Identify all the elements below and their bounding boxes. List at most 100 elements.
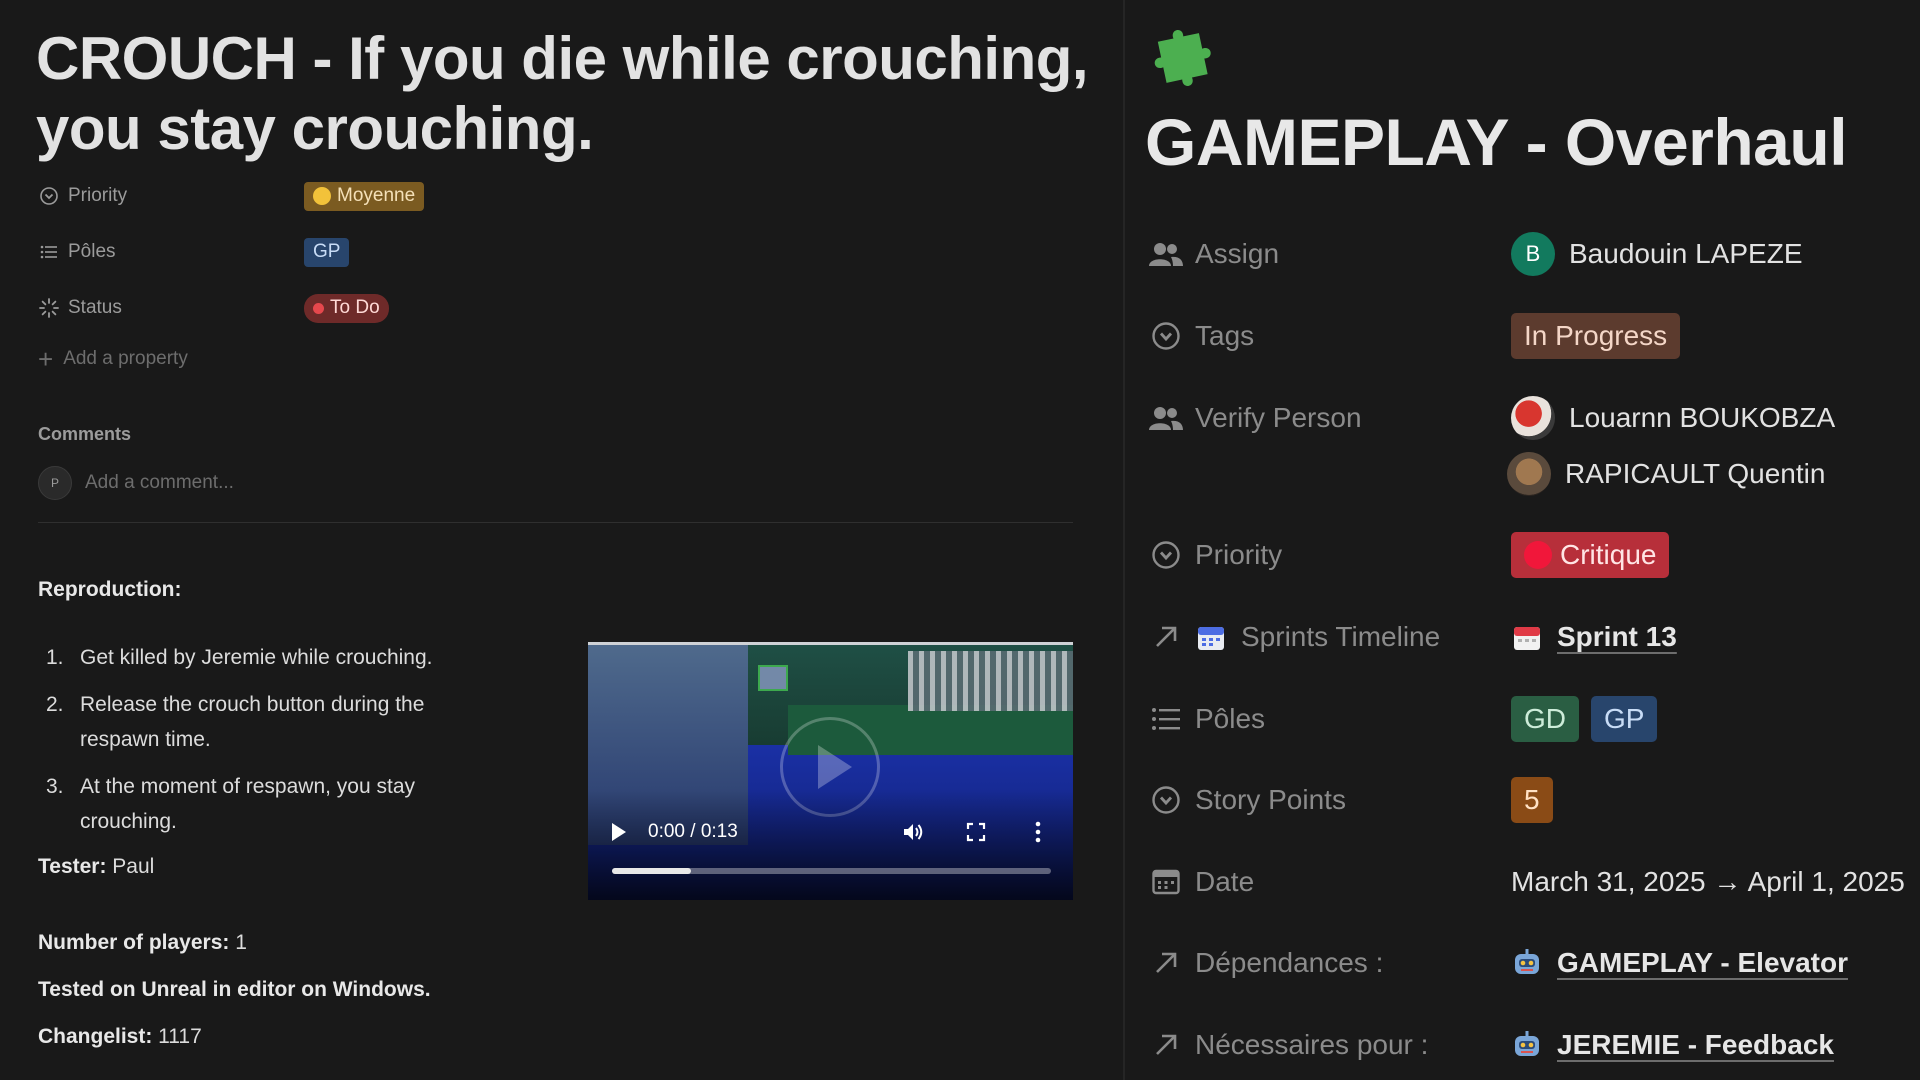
story-points-value[interactable]: 5 bbox=[1511, 777, 1553, 823]
fullscreen-icon[interactable] bbox=[962, 818, 990, 846]
assignee[interactable]: B Baudouin LAPEZE bbox=[1511, 232, 1803, 276]
robot-icon bbox=[1511, 1029, 1543, 1061]
add-property-button[interactable]: + Add a property bbox=[38, 344, 188, 374]
property-label: Verify Person bbox=[1195, 402, 1362, 433]
priority-icon bbox=[38, 185, 60, 207]
dependance-link[interactable]: GAMEPLAY - Elevator bbox=[1511, 947, 1848, 979]
assignee-name: Baudouin LAPEZE bbox=[1569, 238, 1803, 269]
calendar-icon bbox=[1195, 621, 1227, 653]
red-dot-icon bbox=[1524, 541, 1552, 569]
plus-icon: + bbox=[38, 344, 54, 374]
relation-arrow-icon bbox=[1149, 620, 1183, 654]
verify-person-2[interactable]: RAPICAULT Quentin bbox=[1507, 451, 1825, 497]
robot-icon bbox=[1511, 947, 1543, 979]
property-label: Nécessaires pour : bbox=[1195, 1029, 1429, 1060]
property-priority[interactable]: Priority Moyenne bbox=[38, 178, 425, 214]
volume-icon[interactable] bbox=[900, 818, 928, 846]
property-tags[interactable]: Tags In Progress bbox=[1149, 313, 1681, 359]
add-property-label: Add a property bbox=[63, 348, 188, 369]
red-dot-icon bbox=[313, 302, 324, 314]
priority-value: Moyenne bbox=[337, 185, 416, 206]
task-page: CROUCH - If you die while crouching, you… bbox=[0, 0, 1123, 1080]
property-story-points[interactable]: Story Points 5 bbox=[1149, 777, 1553, 823]
property-label: Sprints Timeline bbox=[1195, 621, 1511, 653]
page-title[interactable]: CROUCH - If you die while crouching, you… bbox=[36, 24, 1096, 164]
necessaire-link[interactable]: JEREMIE - Feedback bbox=[1511, 1029, 1834, 1061]
video-time: 0:00 / 0:13 bbox=[648, 821, 738, 842]
property-necessaires-pour[interactable]: Nécessaires pour : JEREMIE - Feedback bbox=[1149, 1022, 1834, 1068]
property-dependances[interactable]: Dépendances : GAMEPLAY - Elevator bbox=[1149, 940, 1848, 986]
players-line: Number of players: 1 bbox=[38, 931, 247, 954]
property-priority[interactable]: Priority Critique bbox=[1149, 532, 1670, 578]
pole-tag-gp[interactable]: GP bbox=[1591, 696, 1658, 742]
property-label: Priority bbox=[68, 185, 128, 206]
tags-value[interactable]: In Progress bbox=[1511, 313, 1681, 359]
status-spinner-icon bbox=[38, 297, 60, 319]
property-assign[interactable]: Assign B Baudouin LAPEZE bbox=[1149, 231, 1803, 277]
comments-heading: Comments bbox=[38, 424, 132, 444]
divider bbox=[38, 522, 1073, 523]
pole-tag-gd[interactable]: GD bbox=[1511, 696, 1579, 742]
changelist-line: Changelist: 1117 bbox=[38, 1025, 202, 1048]
sprint-link[interactable]: Sprint 13 bbox=[1511, 621, 1677, 653]
select-icon bbox=[1149, 319, 1183, 353]
priority-value: Critique bbox=[1560, 539, 1657, 570]
video-progress-fill bbox=[612, 868, 692, 874]
property-label: Pôles bbox=[68, 241, 116, 262]
priority-tag[interactable]: Moyenne bbox=[304, 181, 425, 211]
video-controls: 0:00 / 0:13 bbox=[612, 817, 1052, 847]
more-options-icon[interactable] bbox=[1024, 818, 1052, 846]
verify-person-1[interactable]: Louarnn BOUKOBZA bbox=[1511, 396, 1835, 440]
relation-arrow-icon bbox=[1149, 946, 1183, 980]
property-label: Priority bbox=[1195, 539, 1283, 570]
puzzle-piece-icon bbox=[1154, 30, 1211, 86]
status-tag[interactable]: To Do bbox=[304, 293, 389, 323]
relation-arrow-icon bbox=[1149, 1028, 1183, 1062]
avatar: P bbox=[38, 466, 72, 500]
poles-tag[interactable]: GP bbox=[304, 237, 350, 267]
property-label: Pôles bbox=[1195, 703, 1266, 734]
person-name: Louarnn BOUKOBZA bbox=[1569, 402, 1836, 433]
person-name: RAPICAULT Quentin bbox=[1565, 458, 1826, 489]
people-icon bbox=[1149, 401, 1183, 435]
property-label: Story Points bbox=[1195, 784, 1346, 815]
avatar bbox=[1511, 396, 1555, 440]
list-item: 2. Release the crouch button during the r… bbox=[46, 693, 425, 751]
avatar bbox=[1507, 452, 1551, 496]
play-icon[interactable] bbox=[612, 823, 626, 841]
epic-page: GAMEPLAY - Overhaul Assign B Baudouin LA… bbox=[1125, 0, 1920, 1080]
list-icon bbox=[1149, 702, 1183, 736]
video-progress-bar[interactable] bbox=[612, 868, 1051, 874]
property-sprints-timeline[interactable]: Sprints Timeline Sprint 13 bbox=[1149, 614, 1677, 660]
status-value: To Do bbox=[330, 297, 380, 318]
comment-input-row[interactable]: P Add a comment... bbox=[38, 466, 234, 500]
property-label: Status bbox=[68, 297, 122, 318]
list-item: 3. At the moment of respawn, you stay cro… bbox=[46, 775, 415, 833]
list-item: 1. Get killed by Jeremie while crouching. bbox=[46, 646, 433, 669]
property-status[interactable]: Status To Do bbox=[38, 290, 389, 326]
property-poles[interactable]: Pôles GP bbox=[38, 234, 350, 270]
video-player[interactable]: 0:00 / 0:13 bbox=[588, 642, 1073, 900]
dependance-value[interactable]: GAMEPLAY - Elevator bbox=[1557, 947, 1848, 979]
calendar-icon bbox=[1149, 865, 1183, 899]
property-poles[interactable]: Pôles GD GP bbox=[1149, 696, 1658, 742]
property-label: Dépendances : bbox=[1195, 947, 1384, 978]
tester-line: Tester: Paul bbox=[38, 855, 155, 878]
avatar: B bbox=[1511, 232, 1555, 276]
select-icon bbox=[1149, 538, 1183, 572]
page-title[interactable]: GAMEPLAY - Overhaul bbox=[1145, 104, 1848, 180]
yellow-dot-icon bbox=[313, 187, 331, 205]
property-label: Tags bbox=[1195, 320, 1255, 351]
tested-on-line: Tested on Unreal in editor on Windows. bbox=[38, 978, 431, 1001]
list-icon bbox=[38, 241, 60, 263]
property-label: Date bbox=[1195, 866, 1255, 897]
comment-input[interactable]: Add a comment... bbox=[85, 472, 234, 494]
necessaire-value[interactable]: JEREMIE - Feedback bbox=[1557, 1029, 1834, 1061]
property-verify-person[interactable]: Verify Person Louarnn BOUKOBZA bbox=[1149, 395, 1835, 441]
people-icon bbox=[1149, 237, 1183, 271]
sprint-value[interactable]: Sprint 13 bbox=[1557, 621, 1677, 653]
priority-tag[interactable]: Critique bbox=[1511, 532, 1670, 578]
property-date[interactable]: Date March 31, 2025 → April 1, 2025 bbox=[1149, 859, 1905, 905]
date-value[interactable]: March 31, 2025 → April 1, 2025 bbox=[1511, 866, 1905, 898]
reproduction-heading: Reproduction: bbox=[38, 578, 182, 601]
